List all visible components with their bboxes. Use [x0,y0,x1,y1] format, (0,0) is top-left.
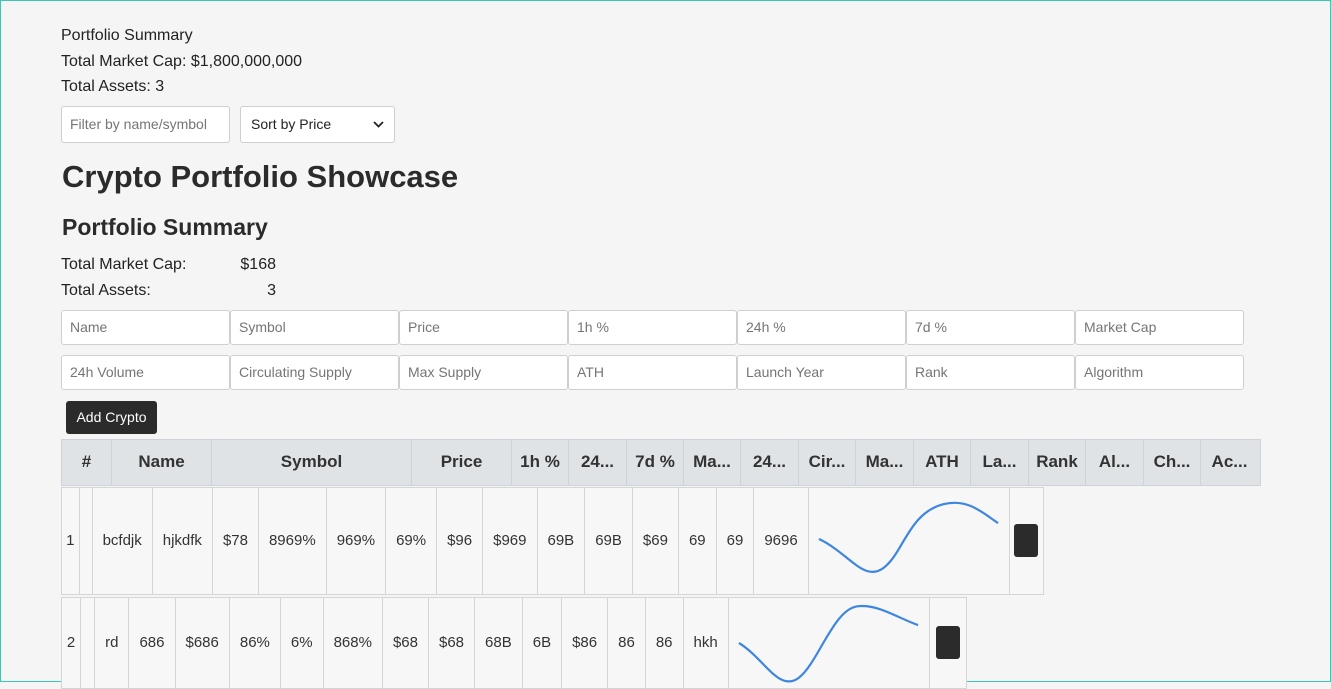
table-cell: hjkdfk [153,487,213,594]
add-crypto-button[interactable]: Add Crypto [66,400,157,434]
sort-select[interactable]: Sort by Price [240,105,395,143]
rank-field[interactable]: Rank [906,354,1075,390]
table-cell: $68 [429,597,476,688]
portfolio-summary: Total Market Cap: $168 Total Assets: 3 [61,252,1271,304]
table-cell: 969% [327,487,387,594]
table-row: 1 bcfdjk hjkdfk $78 8969% 969% 69% $96 $… [61,486,1044,595]
market-cap-label: Total Market Cap: [61,255,187,273]
table-cell: 69 [717,487,755,594]
symbol-field[interactable]: Symbol [230,309,399,345]
market-cap-field[interactable]: Market Cap [1075,309,1244,345]
table-cell: 86% [230,597,281,688]
table-cell: 86 [646,597,684,688]
table-cell: bcfdjk [93,487,153,594]
filters-bar: Filter by name/symbol Sort by Price [61,105,1271,143]
column-header[interactable]: 1h % [512,439,569,485]
column-header[interactable]: 24... [741,439,799,485]
sort-select-value: Sort by Price [251,116,332,132]
top-market-cap: Total Market Cap: $1,800,000,000 [61,52,303,70]
column-header[interactable]: Ma... [684,439,741,485]
ath-field[interactable]: ATH [568,354,737,390]
assets-row: Total Assets: 3 [61,278,1271,304]
add-form-row-1: Name Symbol Price 1h % 24h % 7d % Market… [61,309,1271,345]
assets-value: 3 [267,281,276,299]
column-header[interactable]: 24... [569,439,627,485]
page-title: Crypto Portfolio Showcase [62,158,459,194]
top-summary: Portfolio Summary Total Market Cap: $1,8… [61,23,1271,100]
sparkline-icon [738,604,919,682]
column-header[interactable]: # [62,439,112,485]
table-cell: 6B [523,597,563,688]
max-supply-field[interactable]: Max Supply [399,354,568,390]
column-header[interactable]: ATH [914,439,971,485]
column-header[interactable]: La... [971,439,1029,485]
table-cell: 68B [475,597,523,688]
table-cell: hkh [684,597,729,688]
portfolio-summary-heading: Portfolio Summary [62,213,268,240]
chevron-down-icon [373,117,384,131]
table-cell: 9696 [754,487,809,594]
table-cell: 69B [538,487,586,594]
delete-button[interactable] [1014,524,1039,557]
table-cell-empty [81,597,96,688]
column-header[interactable]: Symbol [212,439,412,485]
table-cell: 868% [324,597,383,688]
add-form-row-2: 24h Volume Circulating Supply Max Supply… [61,354,1271,390]
volume-24h-field[interactable]: 24h Volume [61,354,230,390]
table-cell: 6% [281,597,324,688]
column-header[interactable]: Name [112,439,212,485]
table-cell: 8969% [259,487,327,594]
table-cell: $78 [213,487,259,594]
table-cell: $686 [176,597,230,688]
table-row: 2 rd 686 $686 86% 6% 868% $68 $68 68B 6B… [61,596,967,689]
sparkline-chart [729,597,930,688]
table-cell: $86 [562,597,609,688]
name-field[interactable]: Name [61,309,230,345]
table-cell: $68 [383,597,429,688]
table-cell: $96 [437,487,484,594]
market-cap-row: Total Market Cap: $168 [61,252,1271,278]
column-header[interactable]: Cir... [799,439,856,485]
column-header[interactable]: Ac... [1201,440,1258,485]
price-field[interactable]: Price [399,309,568,345]
circulating-supply-field[interactable]: Circulating Supply [230,354,399,390]
column-header[interactable]: Ch... [1144,439,1201,485]
table-cell: $969 [483,487,538,594]
column-header[interactable]: Ma... [856,439,914,485]
column-header[interactable]: 7d % [627,439,684,485]
sparkline-chart [809,487,1010,594]
top-assets: Total Assets: 3 [61,78,165,95]
table-cell: 69 [679,487,717,594]
table-cell: 69B [585,487,633,594]
launch-year-field[interactable]: Launch Year [737,354,906,390]
market-cap-value: $168 [240,255,276,273]
table-cell-index: 2 [62,597,82,688]
column-header[interactable]: Al... [1086,439,1144,485]
table-cell-index: 1 [62,487,80,594]
table-cell: rd [95,597,130,688]
table-cell: 686 [129,597,176,688]
table-cell: 69% [386,487,438,594]
table-cell: $69 [633,487,679,594]
page: Portfolio Summary Total Market Cap: $1,8… [61,1,1271,689]
actions-cell [930,598,966,688]
actions-cell [1010,488,1043,594]
change-1h-field[interactable]: 1h % [568,309,737,345]
delete-button[interactable] [935,626,960,659]
filter-input[interactable]: Filter by name/symbol [61,105,230,143]
column-header[interactable]: Price [412,439,512,485]
change-24h-field[interactable]: 24h % [737,309,906,345]
column-header[interactable]: Rank [1029,439,1086,485]
algorithm-field[interactable]: Algorithm [1075,354,1244,390]
table-cell: 86 [608,597,646,688]
change-7d-field[interactable]: 7d % [906,309,1075,345]
top-summary-heading: Portfolio Summary [61,27,193,44]
table-header: # Name Symbol Price 1h % 24... 7d % Ma..… [61,438,1261,486]
assets-label: Total Assets: [61,281,151,299]
table-cell-empty [80,487,93,594]
sparkline-icon [818,501,999,573]
